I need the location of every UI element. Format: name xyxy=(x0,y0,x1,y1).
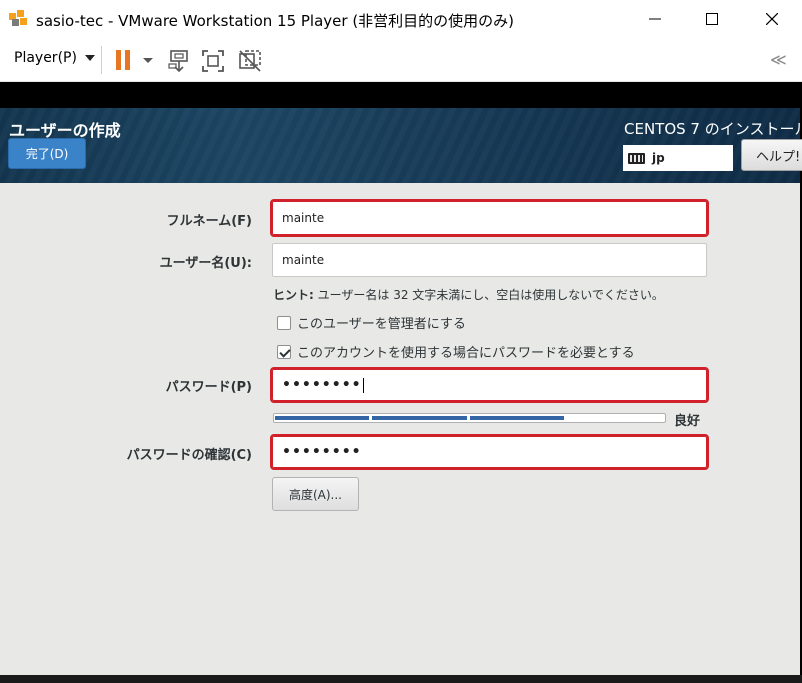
admin-checkbox[interactable] xyxy=(277,315,291,330)
text-cursor xyxy=(362,377,364,393)
vmware-app-icon xyxy=(9,10,27,26)
username-label: ユーザー名(U): xyxy=(159,256,252,271)
vm-top-bar xyxy=(0,82,802,108)
window-title: sasio-tec - VMware Workstation 15 Player… xyxy=(36,12,515,30)
pause-icon xyxy=(116,50,153,70)
send-ctrl-alt-del-icon[interactable] xyxy=(166,48,192,74)
confirm-password-label: パスワードの確認(C) xyxy=(126,448,252,463)
require-password-checkbox-row[interactable]: このアカウントを使用する場合にパスワードを必要とする xyxy=(277,342,635,361)
fullname-input[interactable]: mainte xyxy=(270,199,709,237)
installer-product-title: CENTOS 7 のインストール xyxy=(624,120,800,138)
unity-mode-icon[interactable] xyxy=(237,48,263,74)
done-button[interactable]: 完了(D) xyxy=(8,138,86,169)
password-value: •••••••• xyxy=(282,377,362,393)
confirm-password-input[interactable]: •••••••• xyxy=(270,434,709,470)
player-menu[interactable]: Player(P) xyxy=(14,50,95,66)
collapse-toolbar-button[interactable]: ≪ xyxy=(770,50,787,69)
fullscreen-icon[interactable] xyxy=(200,48,226,74)
password-label: パスワード(P) xyxy=(165,380,252,395)
username-input[interactable]: mainte xyxy=(272,243,707,277)
player-toolbar: Player(P) ≪ xyxy=(0,38,802,82)
confirm-password-value: •••••••• xyxy=(282,444,362,460)
admin-checkbox-row[interactable]: このユーザーを管理者にする xyxy=(277,313,466,332)
close-button[interactable] xyxy=(744,0,800,38)
password-input[interactable]: •••••••• xyxy=(270,367,709,403)
strength-segment xyxy=(372,416,467,420)
help-button[interactable]: ヘルプ! xyxy=(741,139,802,171)
strength-segment xyxy=(275,416,370,420)
strength-segment xyxy=(567,416,661,420)
window-titlebar: sasio-tec - VMware Workstation 15 Player… xyxy=(0,0,802,38)
pause-button[interactable] xyxy=(114,48,154,72)
maximize-button[interactable] xyxy=(684,0,740,38)
minimize-icon xyxy=(649,18,661,20)
require-password-checkbox-label: このアカウントを使用する場合にパスワードを必要とする xyxy=(297,346,635,361)
require-password-checkbox[interactable] xyxy=(277,344,291,359)
password-strength-label: 良好 xyxy=(674,414,701,429)
close-icon xyxy=(766,13,778,25)
toolbar-divider xyxy=(101,46,102,74)
advanced-button[interactable]: 高度(A)... xyxy=(272,477,359,511)
strength-segment xyxy=(469,416,564,420)
minimize-button[interactable] xyxy=(627,0,683,38)
hint-text: ユーザー名は 32 文字未満にし、空白は使用しないでください。 xyxy=(313,288,664,302)
admin-checkbox-label: このユーザーを管理者にする xyxy=(297,317,466,332)
keyboard-icon xyxy=(628,152,645,164)
vm-bottom-bar xyxy=(0,675,802,683)
username-hint: ヒント: ユーザー名は 32 文字未満にし、空白は使用しないでください。 xyxy=(273,286,664,303)
password-strength-bar xyxy=(273,413,666,423)
fullname-label: フルネーム(F) xyxy=(166,214,252,229)
create-user-form: フルネーム(F) mainte ユーザー名(U): mainte ヒント: ユー… xyxy=(0,183,800,675)
chevron-down-icon xyxy=(84,55,95,61)
player-menu-label: Player(P) xyxy=(14,50,77,66)
hint-prefix: ヒント: xyxy=(273,288,314,302)
keyboard-layout-indicator[interactable]: jp xyxy=(623,145,733,171)
maximize-icon xyxy=(706,13,718,25)
keyboard-layout-label: jp xyxy=(652,151,665,165)
